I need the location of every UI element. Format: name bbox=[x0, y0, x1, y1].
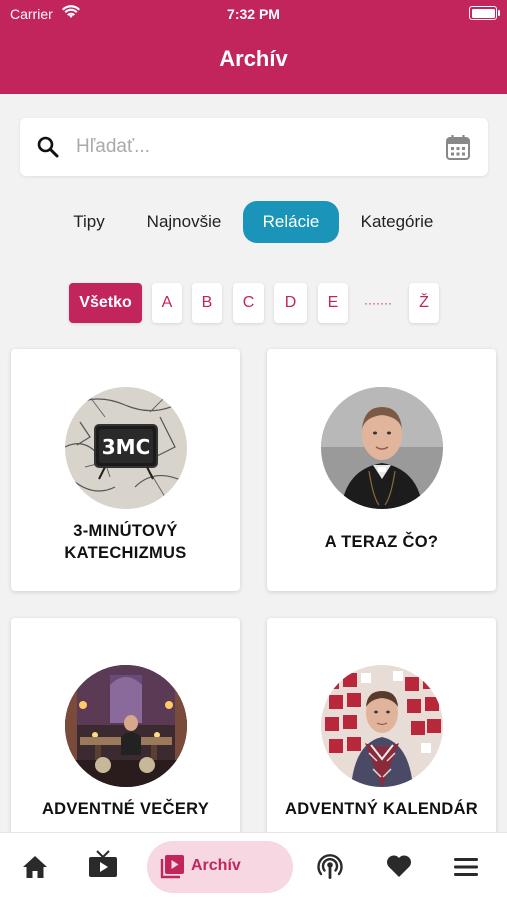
filter-letter-b[interactable]: B bbox=[192, 283, 222, 323]
filter-letter-e[interactable]: E bbox=[318, 283, 348, 323]
archive-icon bbox=[160, 855, 184, 879]
tab-relacie[interactable]: Relácie bbox=[243, 201, 339, 243]
segment-tabs: Tipy Najnovšie Relácie Kategórie bbox=[0, 201, 507, 243]
filter-ellipsis[interactable]: ······· bbox=[358, 283, 398, 323]
app-header: Carrier 7:32 PM Archív bbox=[0, 0, 507, 94]
show-title: ADVENTNÝ KALENDÁR bbox=[284, 800, 479, 818]
filter-all-button[interactable]: Všetko bbox=[69, 283, 142, 323]
status-time: 7:32 PM bbox=[227, 6, 280, 22]
show-thumbnail bbox=[321, 387, 443, 509]
search-icon bbox=[37, 136, 59, 158]
nav-archive[interactable]: Archív bbox=[147, 841, 293, 893]
show-title: A TERAZ ČO? bbox=[324, 533, 439, 551]
nav-podcast[interactable] bbox=[300, 833, 360, 900]
filter-letter-c[interactable]: C bbox=[233, 283, 264, 323]
nav-home[interactable] bbox=[0, 833, 70, 900]
filter-letter-z[interactable]: Ž bbox=[409, 283, 439, 323]
podcast-icon bbox=[317, 854, 343, 879]
thumb-logo-text: 3MC bbox=[102, 435, 151, 459]
search-bar bbox=[20, 118, 488, 176]
heart-icon bbox=[386, 855, 412, 877]
tab-kategorie[interactable]: Kategórie bbox=[350, 201, 444, 243]
show-title: 3-MINÚTOVÝ KATECHIZMUS bbox=[64, 522, 187, 562]
show-thumbnail bbox=[65, 665, 187, 787]
show-title: ADVENTNÉ VEČERY bbox=[41, 800, 210, 818]
search-input[interactable] bbox=[76, 130, 426, 164]
show-thumbnail bbox=[321, 665, 443, 787]
home-icon bbox=[23, 856, 47, 878]
tab-tipy[interactable]: Tipy bbox=[58, 201, 120, 243]
page-title: Archív bbox=[219, 46, 288, 71]
nav-archive-label: Archív bbox=[191, 857, 241, 874]
show-card[interactable]: ADVENTNÉ VEČERY bbox=[11, 618, 240, 838]
battery-icon bbox=[469, 6, 500, 20]
show-card[interactable]: A TERAZ ČO? bbox=[267, 349, 496, 591]
calendar-icon[interactable] bbox=[446, 134, 470, 160]
tab-najnovsie[interactable]: Najnovšie bbox=[136, 201, 232, 243]
nav-menu[interactable] bbox=[436, 833, 498, 900]
status-bar: Carrier 7:32 PM bbox=[0, 0, 507, 28]
alphabet-filter: Všetko A B C D E ······· Ž bbox=[0, 283, 507, 323]
bottom-navigation: Archív bbox=[0, 832, 507, 900]
show-card[interactable]: ADVENTNÝ KALENDÁR bbox=[267, 618, 496, 838]
nav-tv[interactable] bbox=[70, 833, 136, 900]
show-thumbnail: 3MC bbox=[65, 387, 187, 509]
tv-icon bbox=[89, 850, 117, 877]
show-card[interactable]: 3MC 3-MINÚTOVÝ KATECHIZMUS bbox=[11, 349, 240, 591]
menu-icon bbox=[454, 858, 478, 876]
nav-favorites[interactable] bbox=[368, 833, 428, 900]
filter-letter-a[interactable]: A bbox=[152, 283, 182, 323]
filter-letter-d[interactable]: D bbox=[274, 283, 307, 323]
